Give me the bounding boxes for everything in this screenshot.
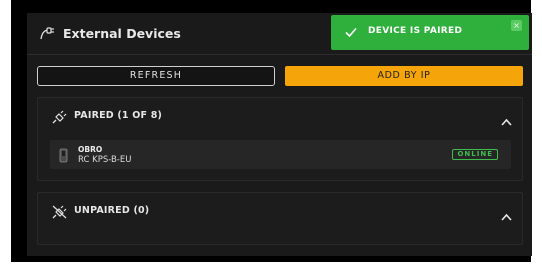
paired-section: PAIRED (1 OF 8) OBRO RC KPS-B-EU ONLINE (37, 97, 523, 181)
check-icon (343, 24, 359, 40)
paired-section-title: PAIRED (1 OF 8) (74, 110, 163, 121)
toast-message: DEVICE IS PAIRED (368, 26, 463, 36)
unpaired-section: UNPAIRED (0) (37, 192, 523, 245)
plug-icon (52, 109, 67, 124)
success-toast: DEVICE IS PAIRED × (331, 15, 529, 50)
unpaired-section-header[interactable]: UNPAIRED (0) (38, 193, 522, 229)
device-model: RC KPS-B-EU (78, 155, 132, 165)
list-item[interactable]: OBRO RC KPS-B-EU ONLINE (50, 140, 511, 169)
page-title: External Devices (63, 26, 181, 41)
chevron-up-icon[interactable] (501, 111, 512, 126)
header-divider (27, 54, 532, 55)
unplugged-icon (52, 204, 67, 219)
add-by-ip-button[interactable]: ADD BY IP (285, 66, 523, 86)
paired-section-header[interactable]: PAIRED (1 OF 8) (38, 98, 522, 134)
unpaired-section-title: UNPAIRED (0) (74, 205, 150, 216)
device-icon (59, 148, 68, 163)
refresh-button[interactable]: REFRESH (37, 66, 275, 86)
plug-icon (39, 25, 55, 40)
device-name: OBRO (78, 145, 103, 154)
status-badge: ONLINE (452, 149, 498, 160)
close-icon[interactable]: × (511, 20, 522, 31)
chevron-up-icon[interactable] (501, 206, 512, 221)
